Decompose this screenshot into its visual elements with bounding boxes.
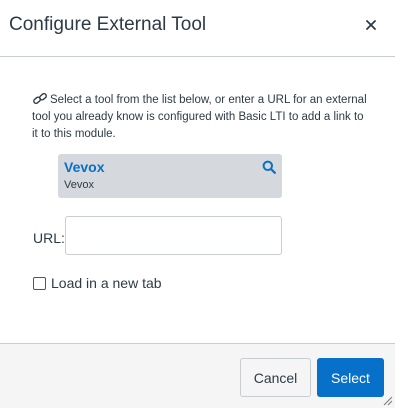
load-in-new-tab-label[interactable]: Load in a new tab bbox=[51, 275, 162, 291]
intro-text: Select a tool from the list below, or en… bbox=[32, 94, 367, 140]
tool-subtitle: Vevox bbox=[64, 179, 94, 191]
intro-text-block: Select a tool from the list below, or en… bbox=[32, 92, 372, 143]
load-in-new-tab-checkbox[interactable] bbox=[33, 276, 46, 290]
tool-name[interactable]: Vevox bbox=[64, 159, 104, 175]
resize-handle-icon[interactable] bbox=[381, 394, 393, 406]
tool-list-item-vevox[interactable]: Vevox Vevox bbox=[58, 154, 282, 198]
url-label: URL: bbox=[33, 230, 65, 246]
search-icon[interactable] bbox=[262, 160, 276, 174]
load-in-new-tab-option[interactable]: Load in a new tab bbox=[33, 275, 162, 291]
cancel-button[interactable]: Cancel bbox=[240, 358, 311, 397]
close-button[interactable] bbox=[361, 15, 381, 35]
dialog-footer: Cancel Select bbox=[0, 343, 395, 408]
url-input[interactable] bbox=[65, 216, 282, 255]
link-icon bbox=[33, 92, 47, 105]
dialog-title: Configure External Tool bbox=[9, 14, 207, 35]
configure-external-tool-dialog: Configure External Tool Select a tool fr… bbox=[0, 0, 395, 408]
select-button[interactable]: Select bbox=[317, 358, 384, 397]
close-icon bbox=[366, 20, 376, 30]
dialog-header: Configure External Tool bbox=[0, 0, 395, 57]
